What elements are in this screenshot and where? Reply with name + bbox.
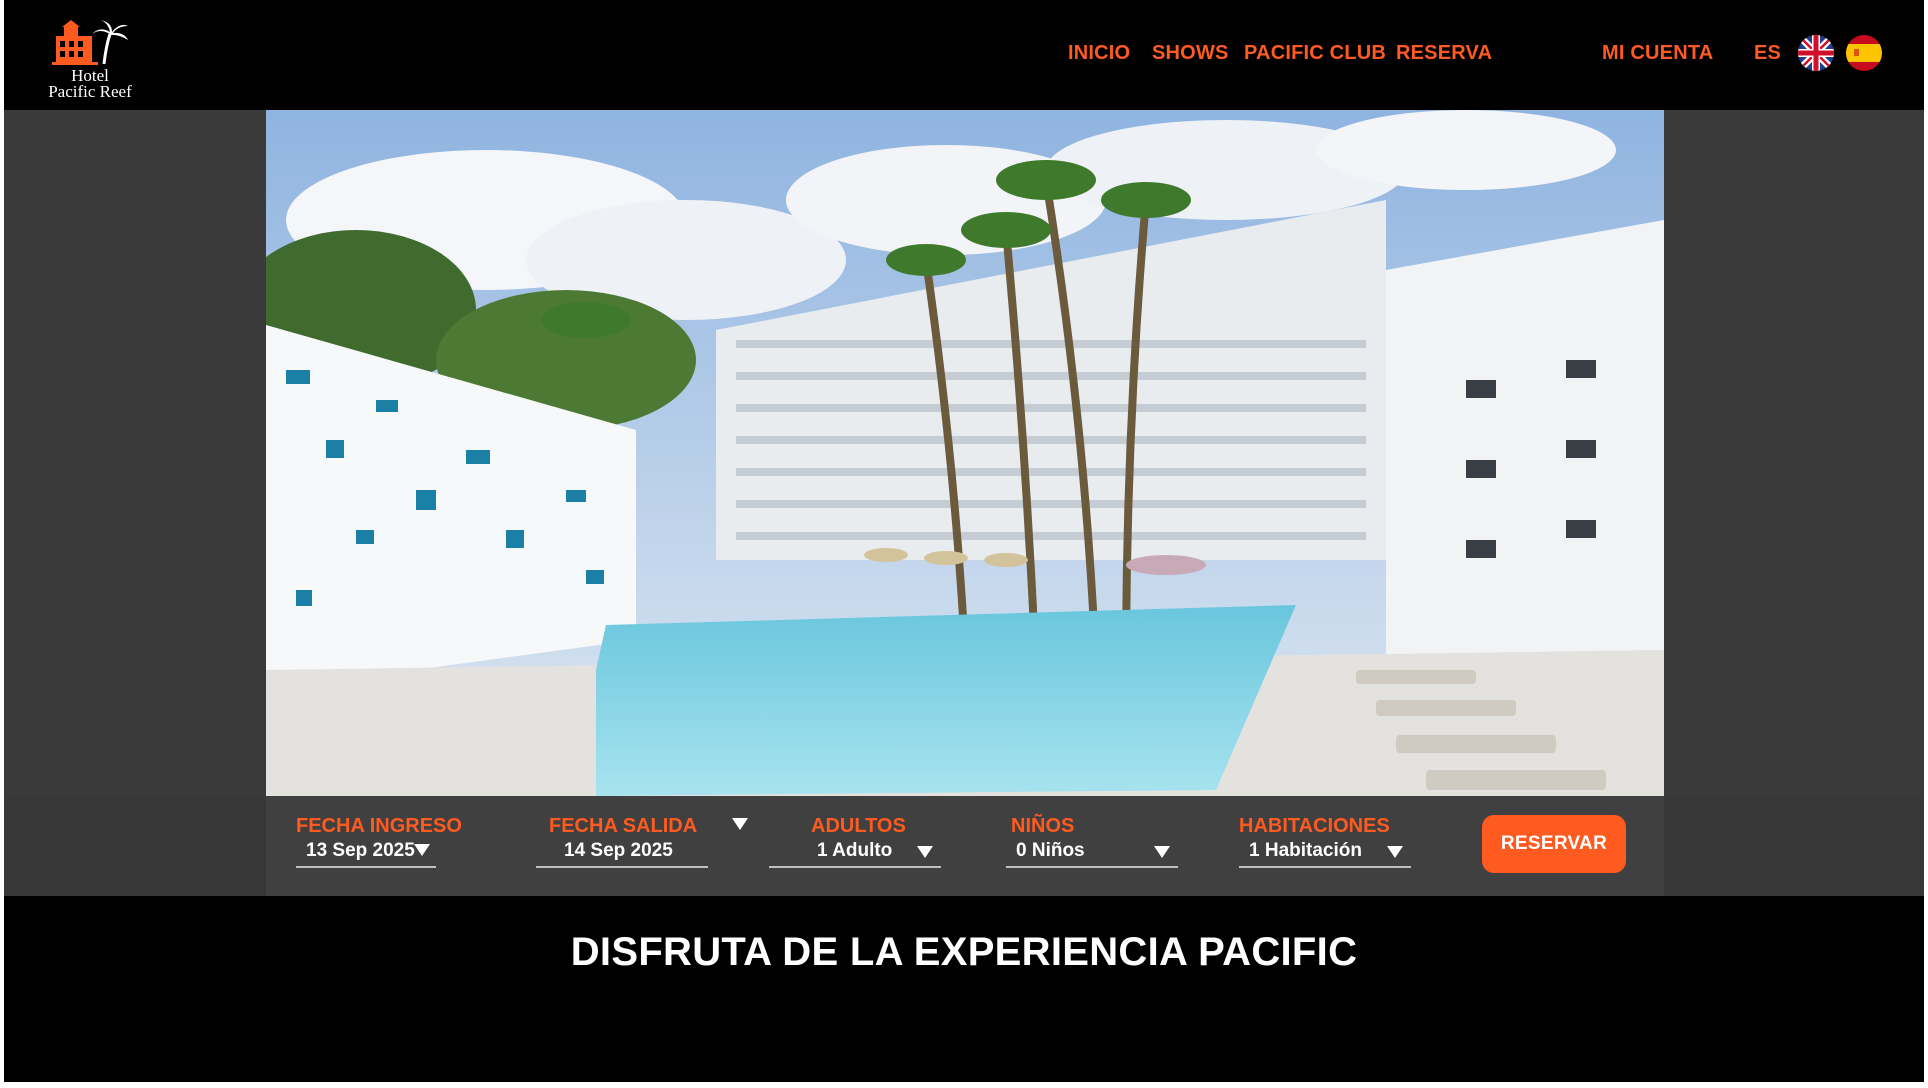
- site-header: Hotel Pacific Reef INICIO SHOWS PACIFIC …: [4, 0, 1924, 110]
- adults-select[interactable]: 1 Adulto: [769, 838, 941, 868]
- reservar-button[interactable]: RESERVAR: [1482, 815, 1626, 873]
- chevron-down-icon[interactable]: [1387, 846, 1403, 858]
- hotel-name-line2: Pacific Reef: [48, 82, 132, 101]
- chevron-down-icon[interactable]: [732, 818, 748, 830]
- page-frame: Hotel Pacific Reef INICIO SHOWS PACIFIC …: [4, 0, 1924, 1082]
- checkin-date-field[interactable]: 13 Sep 2025: [296, 838, 436, 868]
- nav-item-pacific-club[interactable]: PACIFIC CLUB: [1244, 42, 1386, 65]
- adults-value: 1 Adulto: [817, 840, 893, 861]
- spain-flag-icon[interactable]: [1846, 35, 1882, 71]
- hotel-pool-photo: [266, 110, 1664, 796]
- nav-item-shows[interactable]: SHOWS: [1152, 42, 1229, 65]
- rooms-value: 1 Habitación: [1249, 840, 1362, 861]
- hotel-palm-logo-icon: [52, 20, 128, 65]
- children-value: 0 Niños: [1016, 840, 1085, 861]
- rooms-label: HABITACIONES: [1239, 815, 1390, 837]
- checkout-date-value: 14 Sep 2025: [564, 840, 673, 861]
- chevron-down-icon[interactable]: [917, 846, 933, 858]
- adults-label: ADULTOS: [811, 815, 906, 837]
- chevron-down-icon[interactable]: [1154, 846, 1170, 858]
- checkin-date-value: 13 Sep 2025: [306, 840, 415, 861]
- children-select[interactable]: 0 Niños: [1006, 838, 1178, 868]
- booking-form: FECHA INGRESO 13 Sep 2025 FECHA SALIDA 1…: [266, 796, 1664, 896]
- page-headline: DISFRUTA DE LA EXPERIENCIA PACIFIC: [570, 930, 1358, 974]
- rooms-select[interactable]: 1 Habitación: [1239, 838, 1411, 868]
- children-label: NIÑOS: [1011, 815, 1075, 837]
- checkin-label: FECHA INGRESO: [296, 815, 462, 837]
- hotel-name: Hotel Pacific Reef: [40, 67, 140, 101]
- language-selector[interactable]: ES: [1754, 42, 1781, 65]
- nav-item-reserva[interactable]: RESERVA: [1396, 42, 1492, 65]
- checkout-label: FECHA SALIDA: [549, 815, 698, 837]
- chevron-down-icon[interactable]: [414, 844, 430, 856]
- booking-bar: FECHA INGRESO 13 Sep 2025 FECHA SALIDA 1…: [4, 796, 1924, 896]
- uk-flag-icon[interactable]: [1798, 35, 1834, 71]
- nav-item-mi-cuenta[interactable]: MI CUENTA: [1602, 42, 1713, 65]
- checkout-date-field[interactable]: 14 Sep 2025: [536, 838, 708, 868]
- nav-item-inicio[interactable]: INICIO: [1068, 42, 1130, 65]
- hotel-logo[interactable]: Hotel Pacific Reef: [40, 18, 140, 106]
